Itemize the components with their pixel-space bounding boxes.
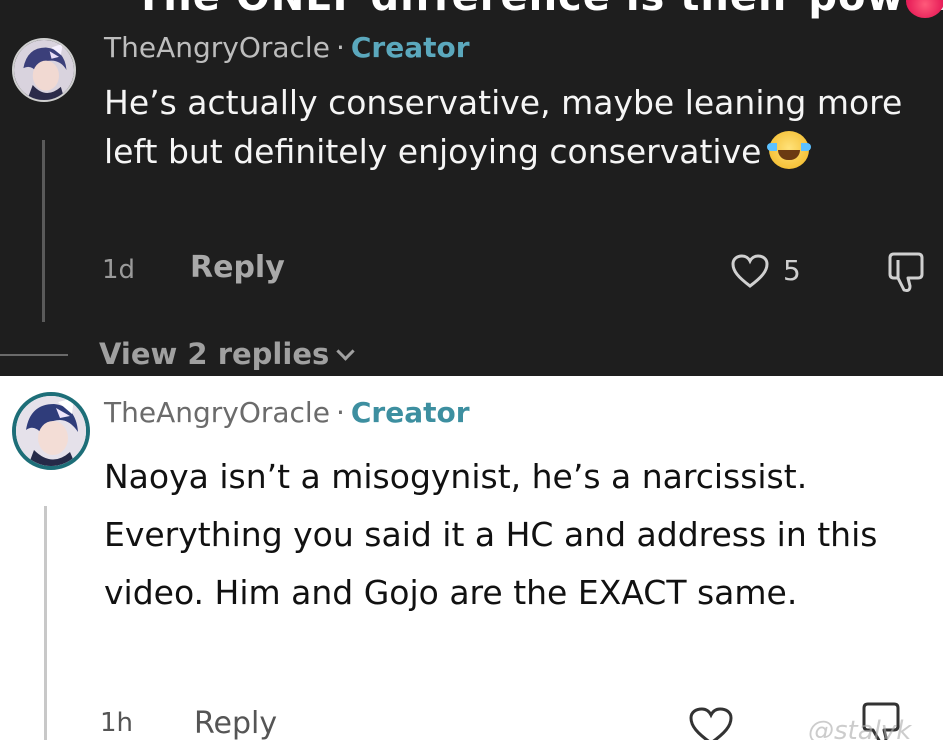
thread-line [42, 140, 45, 322]
comment-dark-panel: The ONLY difference is their powers TheA… [0, 0, 943, 376]
reply-button[interactable]: Reply [194, 706, 277, 740]
avatar[interactable] [12, 392, 90, 470]
view-replies-label: View 2 replies [99, 337, 330, 371]
heart-icon[interactable] [730, 253, 770, 289]
comment-body: Naoya isn’t a misogynist, he’s a narciss… [104, 448, 934, 622]
chevron-down-icon [336, 342, 355, 361]
avatar-icon [16, 396, 86, 466]
dislike-icon[interactable] [884, 250, 928, 294]
username[interactable]: TheAngryOracle [104, 396, 330, 429]
divider [0, 354, 68, 356]
avatar[interactable] [12, 38, 76, 102]
comment-timestamp: 1d [102, 255, 136, 285]
creator-badge: Creator [350, 396, 470, 429]
comment-author-line: TheAngryOracle · Creator [104, 31, 470, 64]
comment-timestamp: 1h [100, 708, 134, 738]
creator-badge: Creator [350, 31, 470, 64]
thread-line [44, 506, 47, 740]
username[interactable]: TheAngryOracle [104, 31, 330, 64]
separator: · [335, 31, 345, 64]
comment-author-line: TheAngryOracle · Creator [104, 396, 470, 429]
comment-text: Naoya isn’t a misogynist, he’s a narciss… [104, 457, 878, 612]
laughing-emoji-icon [767, 131, 812, 169]
previous-comment-fragment: The ONLY difference is their powers [135, 0, 943, 20]
separator: · [335, 396, 345, 429]
avatar-icon [14, 40, 74, 100]
view-replies-button[interactable]: View 2 replies [99, 337, 355, 371]
comment-body: He’s actually conservative, maybe leanin… [104, 78, 904, 176]
watermark: @stalvk [808, 716, 912, 740]
reply-button[interactable]: Reply [190, 250, 285, 285]
heart-icon[interactable] [688, 706, 734, 740]
like-count: 5 [783, 254, 801, 287]
